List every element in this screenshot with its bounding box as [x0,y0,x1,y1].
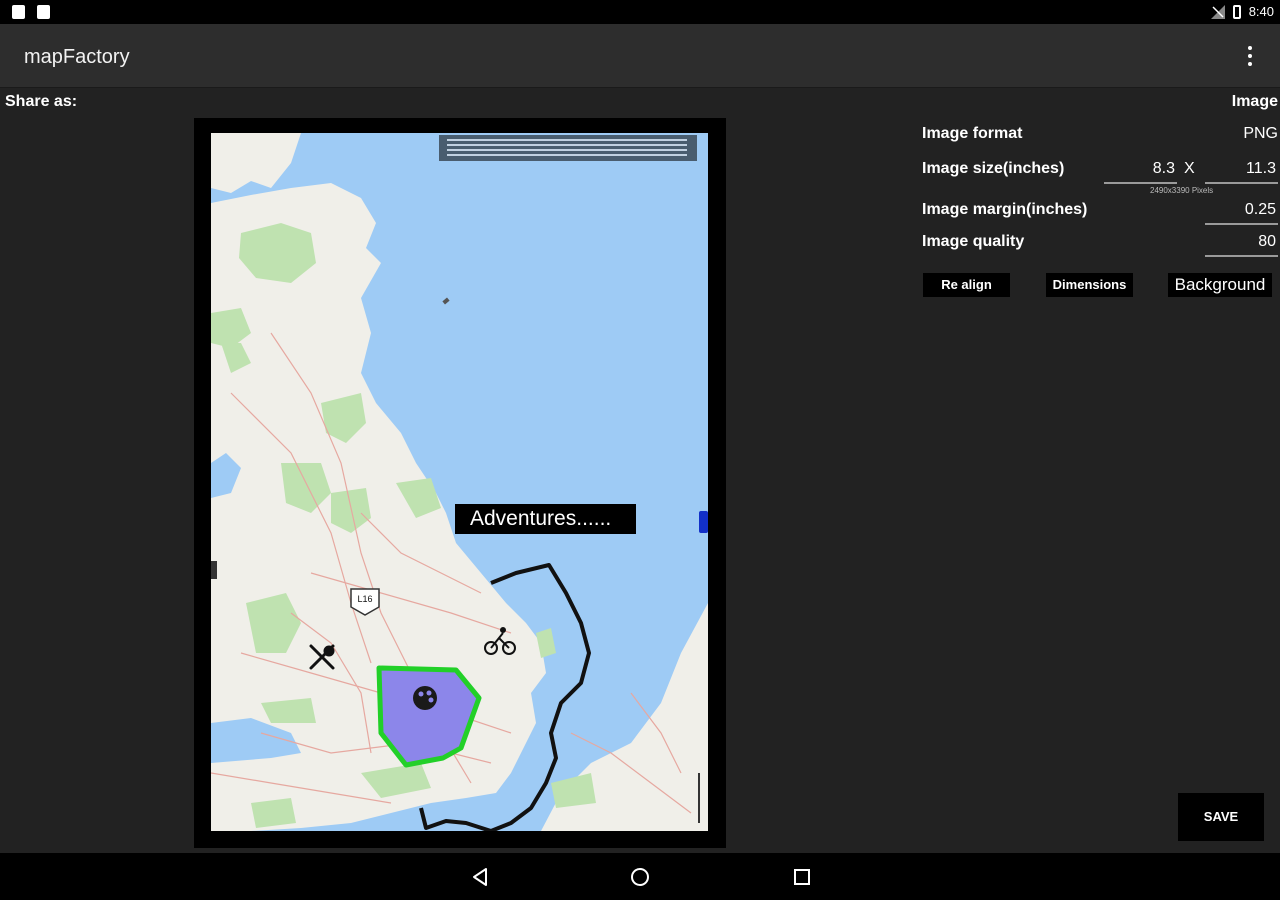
palette-icon [413,686,437,710]
image-height-field[interactable]: 11.3 [1205,160,1278,184]
size-separator: X [1184,160,1195,177]
background-button[interactable]: Background [1168,273,1272,297]
dimensions-button[interactable]: Dimensions [1046,273,1133,297]
image-quality-field[interactable]: 80 [1205,233,1278,257]
map-svg: L16 [211,133,708,831]
image-quality-label: Image quality [922,233,1025,250]
ferry-marker [699,511,708,533]
image-width-field[interactable]: 8.3 [1104,160,1177,184]
map-preview[interactable]: L16 Adventures...... [211,133,708,831]
android-icon [37,5,50,19]
clock: 8:40 [1248,4,1274,19]
battery-icon [1232,4,1241,19]
svg-text:L16: L16 [357,594,372,604]
ship-marker [442,297,450,305]
back-icon[interactable] [468,865,492,889]
realign-button[interactable]: Re align [923,273,1010,297]
share-as-label: Share as: [5,93,78,110]
notification-icon [12,5,25,19]
no-signal-icon [1210,4,1225,19]
recents-icon[interactable] [790,865,814,889]
status-bar: 8:40 [0,0,1280,24]
share-type-selector[interactable]: Image [1232,93,1278,111]
image-margin-label: Image margin(inches) [922,201,1088,218]
image-margin-field[interactable]: 0.25 [1205,201,1278,225]
app-title: mapFactory [24,46,130,68]
navigation-bar [0,853,1280,900]
overflow-menu-icon[interactable] [1246,46,1254,66]
home-icon[interactable] [628,865,652,889]
map-text-label[interactable]: Adventures...... [455,504,636,534]
image-format-value[interactable]: PNG [1243,125,1278,143]
save-button[interactable]: SAVE [1178,793,1264,841]
edge-marker [211,561,217,579]
notification-icons [12,5,50,19]
action-bar: mapFactory [0,24,1280,88]
map-attribution [439,135,697,161]
image-format-label: Image format [922,125,1023,142]
status-right: 8:40 [1210,4,1274,19]
image-size-label: Image size(inches) [922,160,1065,177]
pixel-size-note: 2490x3390 Pixels [1150,186,1214,195]
